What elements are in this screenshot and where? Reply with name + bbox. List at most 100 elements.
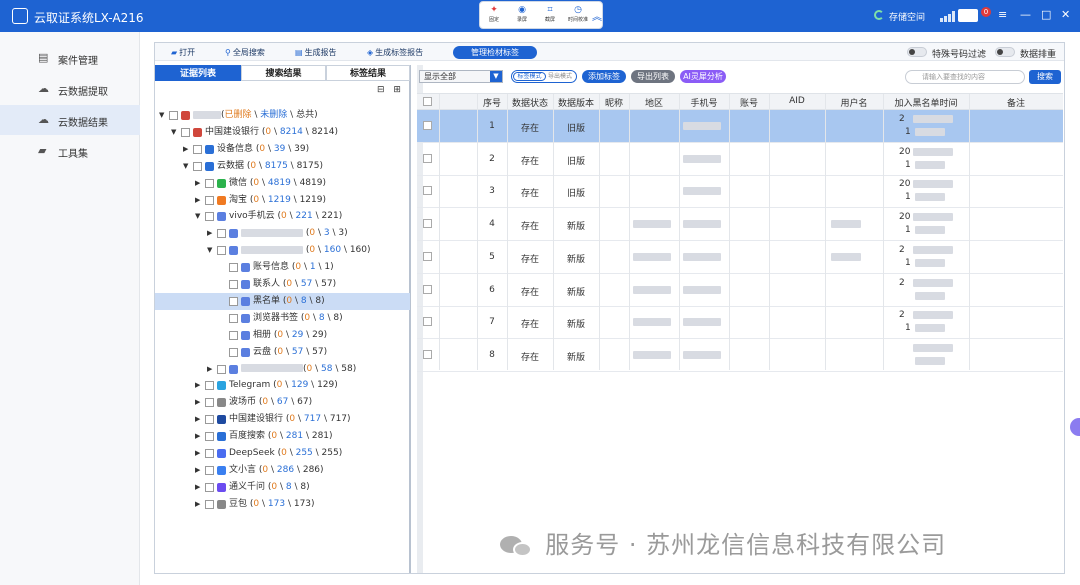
tree-node[interactable]: ▶ 中国建设银行 (0 \ 717 \ 717) bbox=[155, 411, 410, 428]
export-mode-option[interactable]: 导出模式 bbox=[548, 71, 572, 82]
chevron-right-icon[interactable]: ▶ bbox=[183, 141, 188, 158]
table-row[interactable]: 4 存在 新版 20 1 bbox=[417, 208, 1063, 242]
chevron-right-icon[interactable]: ▶ bbox=[195, 496, 200, 513]
tree-node[interactable]: ▼ (0 \ 160 \ 160) bbox=[155, 242, 410, 259]
col-header-region[interactable]: 地区 bbox=[629, 96, 679, 109]
search-button[interactable]: 搜索 bbox=[1029, 70, 1061, 84]
nav-toolbox[interactable]: ▰ 工具集 bbox=[0, 136, 140, 166]
tree-checkbox[interactable] bbox=[205, 212, 214, 222]
tree-node[interactable]: 相册 (0 \ 29 \ 29) bbox=[155, 327, 410, 344]
tree-node[interactable]: 账号信息 (0 \ 1 \ 1) bbox=[155, 259, 410, 276]
record-button[interactable]: ◉ 录屏 bbox=[510, 4, 534, 28]
tree-node[interactable]: ▶ 豆包 (0 \ 173 \ 173) bbox=[155, 496, 410, 513]
tree-node[interactable]: ▶ (0 \ 58 \ 58) bbox=[155, 361, 410, 378]
tree-checkbox[interactable] bbox=[205, 195, 214, 205]
search-input[interactable]: 请输入要查找的内容 bbox=[905, 70, 1025, 84]
time-calibrate-button[interactable]: ◷ 时间校准 bbox=[566, 4, 590, 28]
row-checkbox[interactable] bbox=[423, 317, 432, 327]
nav-cloud-results[interactable]: ☁ 云数据结果 bbox=[0, 105, 140, 135]
tab-evidence-list[interactable]: 证据列表 bbox=[155, 65, 241, 81]
special-filter-toggle[interactable] bbox=[907, 47, 927, 57]
tree-checkbox[interactable] bbox=[229, 313, 238, 323]
tree-checkbox[interactable] bbox=[205, 432, 214, 442]
col-header-status[interactable]: 数据状态 bbox=[507, 96, 553, 109]
tree-node[interactable]: ▶ 百度搜索 (0 \ 281 \ 281) bbox=[155, 428, 410, 445]
tree-checkbox[interactable] bbox=[205, 415, 214, 425]
table-row[interactable]: 6 存在 新版 2 bbox=[417, 274, 1063, 307]
col-header-nickname[interactable]: 昵称 bbox=[599, 96, 629, 109]
col-header-no[interactable]: 序号 bbox=[477, 96, 507, 109]
ai-analysis-button[interactable]: AI灵犀分析 bbox=[680, 70, 726, 83]
expand-all-icon[interactable]: ⊞ bbox=[393, 85, 401, 95]
tree-checkbox[interactable] bbox=[229, 347, 238, 357]
generate-report-button[interactable]: ▤ 生成报告 bbox=[295, 47, 337, 58]
chevron-right-icon[interactable]: ▶ bbox=[195, 394, 200, 411]
col-header-username[interactable]: 用户名 bbox=[825, 96, 883, 109]
col-header-remark[interactable]: 备注 bbox=[969, 96, 1063, 109]
tree-node[interactable]: 黑名单 (0 \ 8 \ 8) bbox=[155, 292, 410, 310]
global-search-button[interactable]: ⚲ 全局搜索 bbox=[225, 47, 265, 58]
tree-node[interactable]: 云盘 (0 \ 57 \ 57) bbox=[155, 344, 410, 361]
generate-tag-report-button[interactable]: ◈ 生成标签报告 bbox=[367, 47, 423, 58]
export-list-button[interactable]: 导出列表 bbox=[631, 70, 675, 83]
chevron-down-icon[interactable]: ▼ bbox=[207, 242, 212, 259]
mode-switch[interactable]: 标签模式 导出模式 bbox=[511, 70, 577, 83]
dedupe-toggle[interactable] bbox=[995, 47, 1015, 57]
screenshot-button[interactable]: ⌗ 截屏 bbox=[538, 4, 562, 28]
row-checkbox[interactable] bbox=[423, 284, 432, 294]
chevron-right-icon[interactable]: ▶ bbox=[195, 411, 200, 428]
collapse-all-icon[interactable]: ⊟ bbox=[377, 85, 385, 95]
chevron-right-icon[interactable]: ▶ bbox=[195, 175, 200, 192]
tree-checkbox[interactable] bbox=[205, 499, 214, 509]
tree-checkbox[interactable] bbox=[181, 127, 190, 137]
tree-checkbox[interactable] bbox=[217, 246, 226, 256]
chevron-down-icon[interactable]: ▼ bbox=[195, 208, 200, 225]
storage-label[interactable]: 存储空间 bbox=[889, 10, 925, 23]
tree-checkbox[interactable] bbox=[205, 465, 214, 475]
chevron-right-icon[interactable]: ▶ bbox=[195, 445, 200, 462]
tree-node[interactable]: ▶ 设备信息 (0 \ 39 \ 39) bbox=[155, 141, 410, 158]
tree-node[interactable]: ▼ 云数据 (0 \ 8175 \ 8175) bbox=[155, 158, 410, 175]
add-tag-button[interactable]: 添加标签 bbox=[582, 70, 626, 83]
chevron-right-icon[interactable]: ▶ bbox=[207, 361, 212, 378]
chevron-right-icon[interactable]: ▶ bbox=[207, 225, 212, 242]
maximize-button[interactable]: □ bbox=[1041, 8, 1051, 21]
minimize-button[interactable]: — bbox=[1020, 8, 1031, 21]
tree-checkbox[interactable] bbox=[229, 296, 238, 306]
tree-node[interactable]: ▶ (0 \ 3 \ 3) bbox=[155, 225, 410, 242]
pin-button[interactable]: ✦ 固定 bbox=[482, 4, 506, 28]
manage-tags-button[interactable]: 管理检材标签 bbox=[453, 46, 537, 59]
tree-node[interactable]: ▶ DeepSeek (0 \ 255 \ 255) bbox=[155, 445, 410, 462]
open-button[interactable]: ▰ 打开 bbox=[171, 47, 195, 58]
tab-search-results[interactable]: 搜索结果 bbox=[241, 65, 326, 81]
tree-node[interactable]: ▶ 通义千问 (0 \ 8 \ 8) bbox=[155, 479, 410, 496]
close-button[interactable]: ✕ bbox=[1061, 8, 1070, 21]
chevron-right-icon[interactable]: ▶ bbox=[195, 377, 200, 394]
col-header-version[interactable]: 数据版本 bbox=[553, 96, 599, 109]
table-row[interactable]: 7 存在 新版 2 1 bbox=[417, 306, 1063, 340]
tree-checkbox[interactable] bbox=[205, 398, 214, 408]
tree-node[interactable]: ▶ 微信 (0 \ 4819 \ 4819) bbox=[155, 175, 410, 192]
row-checkbox[interactable] bbox=[423, 186, 432, 196]
nav-cloud-extract[interactable]: ☁ 云数据提取 bbox=[0, 74, 140, 104]
tag-mode-option[interactable]: 标签模式 bbox=[513, 72, 546, 81]
side-assistant-button[interactable] bbox=[1070, 418, 1080, 436]
tree-checkbox[interactable] bbox=[205, 178, 214, 188]
table-row[interactable]: 5 存在 新版 2 1 bbox=[417, 241, 1063, 274]
tree-checkbox[interactable] bbox=[205, 482, 214, 492]
row-checkbox[interactable] bbox=[423, 153, 432, 163]
tree-node[interactable]: ▶ 文小言 (0 \ 286 \ 286) bbox=[155, 462, 410, 479]
tree-checkbox[interactable] bbox=[229, 280, 238, 289]
row-checkbox[interactable] bbox=[423, 349, 432, 359]
tree-node[interactable]: ▶ 淘宝 (0 \ 1219 \ 1219) bbox=[155, 192, 410, 209]
tree-checkbox[interactable] bbox=[205, 449, 214, 458]
tab-tag-results[interactable]: 标签结果 bbox=[326, 65, 410, 81]
tree-node[interactable]: 浏览器书签 (0 \ 8 \ 8) bbox=[155, 310, 410, 327]
col-header-phone[interactable]: 手机号 bbox=[679, 96, 729, 109]
table-row[interactable]: 3 存在 旧版 20 1 bbox=[417, 175, 1063, 209]
tree-checkbox[interactable] bbox=[193, 144, 202, 154]
tree-checkbox[interactable] bbox=[229, 330, 238, 340]
collapse-chevron-icon[interactable]: ︽ bbox=[592, 8, 602, 23]
chevron-right-icon[interactable]: ▶ bbox=[195, 479, 200, 496]
tree-node[interactable]: 联系人 (0 \ 57 \ 57) bbox=[155, 276, 410, 293]
